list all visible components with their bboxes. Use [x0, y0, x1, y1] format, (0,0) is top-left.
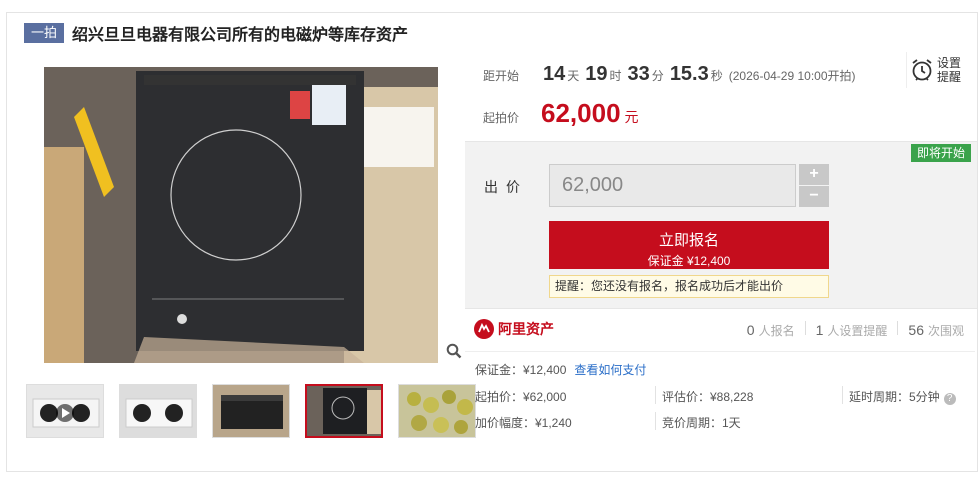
countdown-hours-unit: 时 [609, 69, 622, 83]
ali-assets-logo-icon [474, 319, 494, 339]
cycle-detail: 竞价周期：1天 [662, 416, 741, 430]
countdown-seconds: 15.3 [669, 63, 709, 85]
signups-count: 0 [746, 322, 755, 338]
deposit-detail: 保证金：¥12,400 查看如何支付 [475, 361, 646, 378]
countdown-days-unit: 天 [567, 69, 580, 83]
register-deposit-label: 保证金 ¥12,400 [647, 253, 731, 268]
bid-label: 出价 [484, 179, 528, 195]
alarm-clock-icon [912, 59, 932, 81]
starting-price-label: 起拍价 [483, 111, 520, 125]
thumbnail-2[interactable] [119, 384, 197, 438]
how-to-pay-link[interactable]: 查看如何支付 [574, 363, 646, 377]
thumbnail-strip [26, 384, 476, 438]
countdown-minutes-unit: 分 [651, 69, 664, 83]
platform-logo[interactable]: 阿里资产 [474, 319, 554, 339]
increment-detail: 加价幅度：¥1,240 [475, 416, 572, 430]
platform-stats-row: 阿里资产 0 人报名 1 人设置提醒 56 次围观 [465, 309, 975, 352]
thumbnail-3[interactable] [212, 384, 290, 438]
countdown-hours: 19 [585, 63, 608, 85]
thumbnail-5[interactable] [398, 384, 476, 438]
set-reminder-label: 设置提醒 [937, 56, 962, 84]
countdown-days: 14 [543, 63, 566, 85]
title-row: 一拍 绍兴旦旦电器有限公司所有的电磁炉等库存资产 [24, 22, 408, 44]
reminders-label: 人设置提醒 [827, 324, 888, 338]
bid-panel: 即将开始 出价 + − 立即报名 保证金 ¥12,400 提醒：您还没有报名，报… [465, 141, 977, 309]
detail-divider [655, 412, 656, 430]
countdown-minutes: 33 [627, 63, 650, 85]
increase-bid-button[interactable]: + [799, 164, 829, 185]
delay-detail: 延时周期：5分钟? [849, 388, 956, 405]
stats-divider [897, 321, 899, 335]
reminders-count: 1 [815, 322, 824, 338]
stats-divider [804, 321, 806, 335]
platform-name: 阿里资产 [498, 321, 554, 337]
detail-divider [842, 386, 843, 404]
start-price-detail: 起拍价：¥62,000 [475, 390, 567, 404]
delay-text: 延时周期：5分钟 [849, 390, 940, 404]
thumbnail-video[interactable] [26, 384, 104, 438]
register-now-button[interactable]: 立即报名 保证金 ¥12,400 [549, 221, 829, 269]
starting-price: 起拍价 62,000 元 [483, 98, 639, 129]
countdown-seconds-unit: 秒 [710, 69, 723, 83]
views-label: 次围观 [927, 324, 964, 338]
zoom-icon[interactable] [446, 343, 462, 359]
signup-tip: 提醒：您还没有报名，报名成功后才能出价 [549, 275, 829, 298]
views-count: 56 [908, 322, 924, 338]
starting-price-unit: 元 [624, 109, 639, 125]
thumbnail-4-active[interactable] [305, 384, 383, 438]
bid-stepper: + − [799, 164, 829, 207]
status-badge: 即将开始 [910, 144, 971, 162]
start-time: (2026-04-29 10:00开拍) [728, 69, 856, 83]
deposit-text: 保证金：¥12,400 [475, 363, 567, 377]
set-reminder-button[interactable]: 设置提醒 [906, 52, 966, 88]
stats: 0 人报名 1 人设置提醒 56 次围观 [747, 321, 964, 339]
countdown-label: 距开始 [483, 69, 520, 83]
countdown: 距开始 14 天 19 时 33 分 15.3 秒 (2026-04-29 10… [483, 63, 856, 86]
decrease-bid-button[interactable]: − [799, 186, 829, 207]
page-title: 绍兴旦旦电器有限公司所有的电磁炉等库存资产 [72, 27, 409, 44]
valuation-detail: 评估价：¥88,228 [662, 390, 754, 404]
help-icon[interactable]: ? [943, 393, 956, 405]
starting-price-value: 62,000 [541, 98, 621, 128]
bid-amount-input[interactable] [549, 164, 796, 207]
signups-label: 人报名 [758, 324, 795, 338]
auction-type-badge: 一拍 [24, 23, 65, 43]
detail-divider [655, 386, 656, 404]
main-product-image[interactable] [44, 67, 438, 363]
register-now-label: 立即报名 [658, 231, 719, 249]
